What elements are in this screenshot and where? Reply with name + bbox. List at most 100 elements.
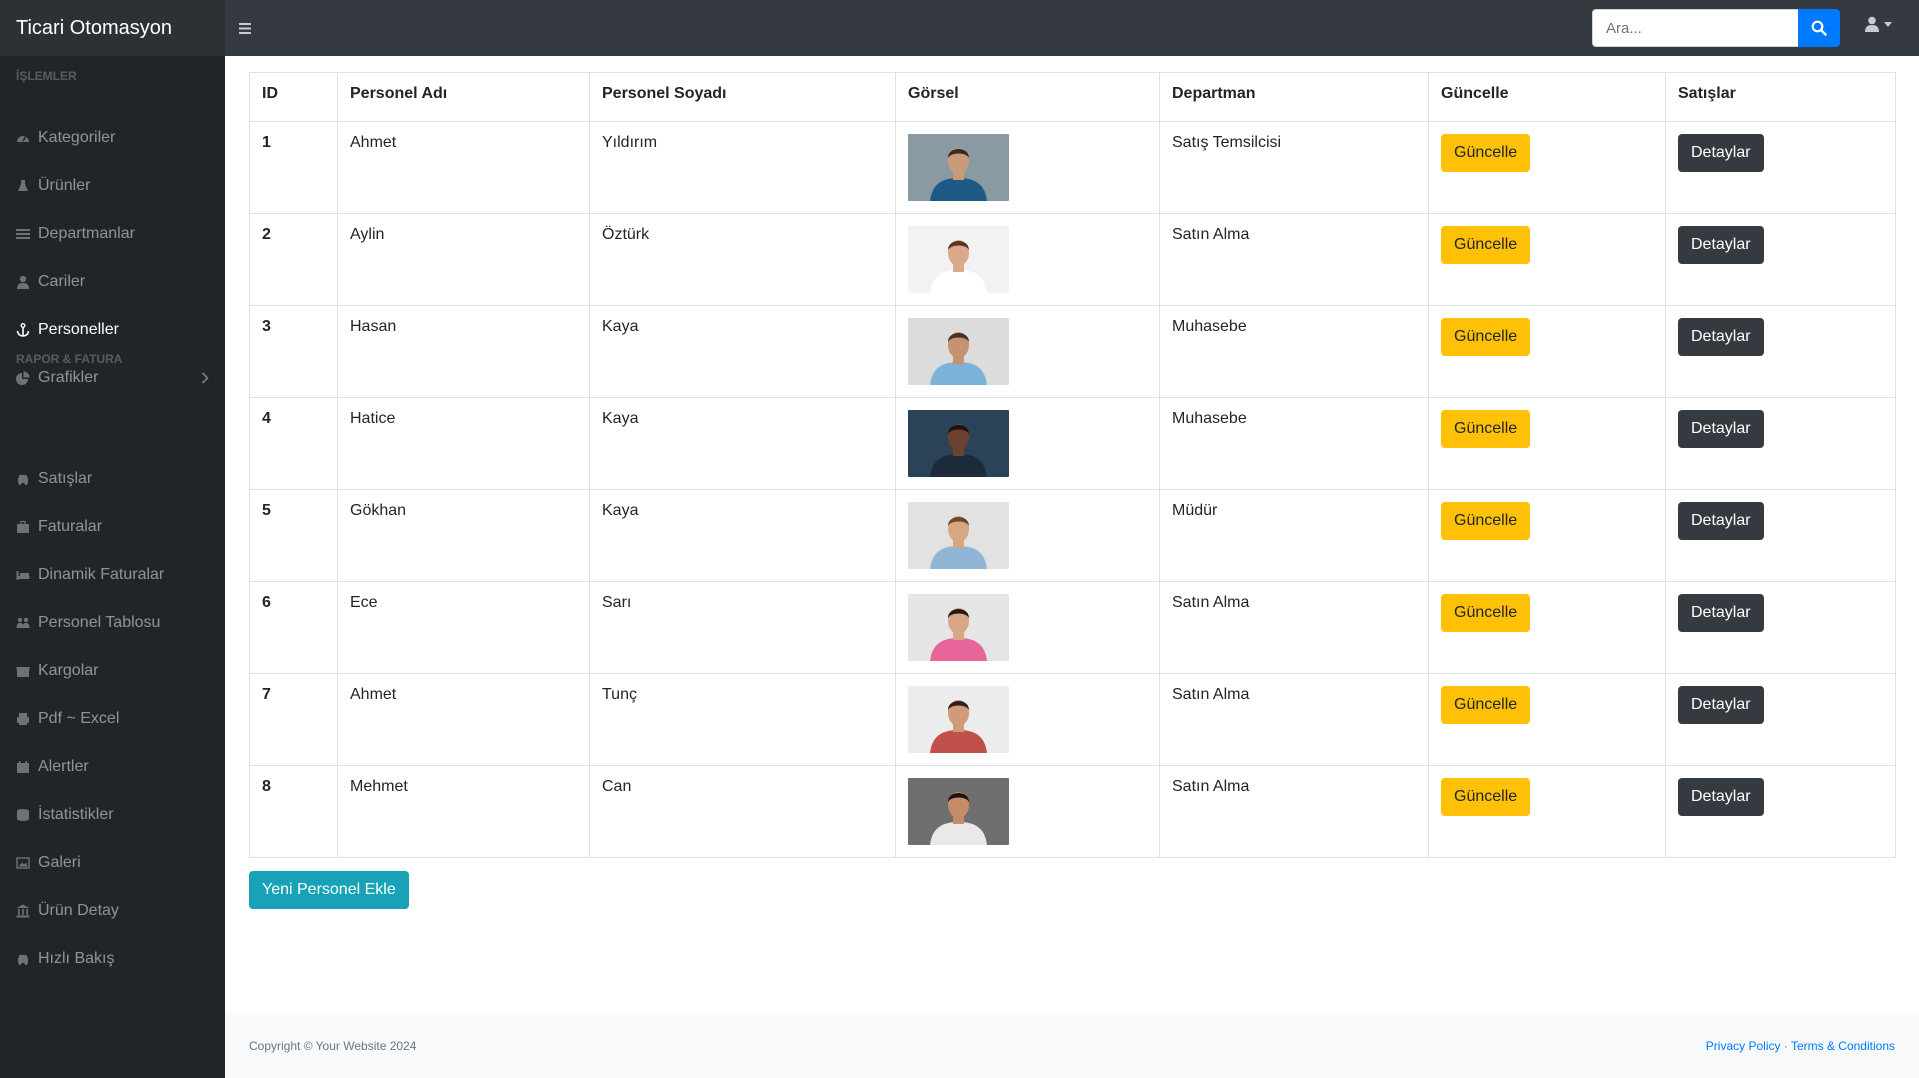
flask-icon xyxy=(16,179,30,193)
details-button[interactable]: Detaylar xyxy=(1678,226,1764,264)
cell-personel-soyadi: Tunç xyxy=(589,673,896,766)
details-button[interactable]: Detaylar xyxy=(1678,134,1764,172)
gift-icon xyxy=(16,664,30,678)
sidebar-item-galeri[interactable]: Galeri xyxy=(0,843,225,883)
cell-departman: Satın Alma xyxy=(1159,581,1429,674)
bank-icon xyxy=(16,904,30,918)
sidebar-item-label: Grafikler xyxy=(38,369,99,386)
cell-gorsel xyxy=(895,489,1160,582)
update-button-cell: Güncelle xyxy=(1428,673,1666,766)
cell-id: 1 xyxy=(249,121,338,214)
user-dropdown[interactable] xyxy=(1864,16,1892,32)
details-button[interactable]: Detaylar xyxy=(1678,410,1764,448)
details-button[interactable]: Detaylar xyxy=(1678,778,1764,816)
table-row: 8 Mehmet Can Satın Alma Güncelle Detaylar xyxy=(249,765,1896,858)
user-icon xyxy=(1865,16,1879,32)
col-header-guncelle: Güncelle xyxy=(1428,72,1666,122)
car-icon xyxy=(16,472,30,486)
sidebar-item-personel-tablosu[interactable]: Personel Tablosu xyxy=(0,603,225,643)
sidebar-toggle-button[interactable] xyxy=(233,16,257,40)
cell-departman: Müdür xyxy=(1159,489,1429,582)
sidebar-item-label: Departmanlar xyxy=(38,225,135,242)
col-header-satislar: Satışlar xyxy=(1665,72,1896,122)
details-button[interactable]: Detaylar xyxy=(1678,318,1764,356)
sidebar-item-label: Personel Tablosu xyxy=(38,614,161,631)
cell-id: 5 xyxy=(249,489,338,582)
update-button[interactable]: Güncelle xyxy=(1441,134,1531,172)
cell-gorsel xyxy=(895,765,1160,858)
sidebar-item-label: Alertler xyxy=(38,758,89,775)
details-button-cell: Detaylar xyxy=(1665,673,1896,766)
cell-gorsel xyxy=(895,121,1160,214)
sidebar-item-i-statistikler[interactable]: İstatistikler xyxy=(0,795,225,835)
privacy-policy-link[interactable]: Privacy Policy xyxy=(1706,1039,1781,1053)
update-button[interactable]: Güncelle xyxy=(1441,594,1531,632)
sidebar-item-pdf-excel[interactable]: Pdf ~ Excel xyxy=(0,699,225,739)
sidebar-item-kargolar[interactable]: Kargolar xyxy=(0,651,225,691)
cell-departman: Satın Alma xyxy=(1159,765,1429,858)
car-icon xyxy=(16,952,30,966)
chart-pie-icon xyxy=(16,371,30,385)
update-button[interactable]: Güncelle xyxy=(1441,226,1531,264)
sidebar-item-grafikler[interactable]: Grafikler xyxy=(0,358,225,398)
personnel-photo xyxy=(908,226,1009,293)
update-button[interactable]: Güncelle xyxy=(1441,410,1531,448)
sidebar-item-departmanlar[interactable]: Departmanlar xyxy=(0,214,225,254)
details-button-cell: Detaylar xyxy=(1665,397,1896,490)
personnel-photo xyxy=(908,410,1009,477)
sidebar-item-label: Galeri xyxy=(38,854,81,871)
sidebar-item-faturalar[interactable]: Faturalar xyxy=(0,507,225,547)
details-button[interactable]: Detaylar xyxy=(1678,502,1764,540)
cell-personel-soyadi: Kaya xyxy=(589,397,896,490)
bed-icon xyxy=(16,568,30,582)
sidebar-item-kategoriler[interactable]: Kategoriler xyxy=(0,118,225,158)
add-personnel-button[interactable]: Yeni Personel Ekle xyxy=(249,871,409,909)
users-icon xyxy=(16,616,30,630)
brand-title[interactable]: Ticari Otomasyon xyxy=(0,0,225,56)
terms-link[interactable]: Terms & Conditions xyxy=(1791,1039,1895,1053)
sidebar-item-ürün-detay[interactable]: Ürün Detay xyxy=(0,891,225,931)
briefcase-icon xyxy=(16,520,30,534)
cell-personel-adi: Mehmet xyxy=(337,765,590,858)
cell-personel-soyadi: Can xyxy=(589,765,896,858)
details-button[interactable]: Detaylar xyxy=(1678,594,1764,632)
search-button[interactable] xyxy=(1798,9,1840,47)
sidebar-item-label: Satışlar xyxy=(38,470,93,487)
sidebar-item-hızlı-bakış[interactable]: Hızlı Bakış xyxy=(0,939,225,979)
update-button[interactable]: Güncelle xyxy=(1441,778,1531,816)
cell-gorsel xyxy=(895,581,1160,674)
col-header-id: ID xyxy=(249,72,338,122)
sidebar-item-satışlar[interactable]: Satışlar xyxy=(0,459,225,499)
cell-personel-adi: Ahmet xyxy=(337,673,590,766)
personnel-photo xyxy=(908,318,1009,385)
cell-personel-adi: Hatice xyxy=(337,397,590,490)
footer-links: Privacy Policy · Terms & Conditions xyxy=(1706,1039,1895,1053)
table-row: 1 Ahmet Yıldırım Satış Temsilcisi Güncelle De… xyxy=(249,121,1896,214)
cell-id: 6 xyxy=(249,581,338,674)
details-button-cell: Detaylar xyxy=(1665,213,1896,306)
search-input[interactable] xyxy=(1592,9,1798,47)
update-button[interactable]: Güncelle xyxy=(1441,502,1531,540)
sidebar-item-personeller[interactable]: Personeller xyxy=(0,310,225,350)
personnel-photo xyxy=(908,686,1009,753)
cell-personel-soyadi: Kaya xyxy=(589,305,896,398)
sidebar-item-label: Ürünler xyxy=(38,177,91,194)
personnel-photo xyxy=(908,502,1009,569)
main-content: ID Personel Adı Personel Soyadı Görsel D… xyxy=(225,56,1919,1078)
sidebar-item-cariler[interactable]: Cariler xyxy=(0,262,225,302)
table-row: 2 Aylin Öztürk Satın Alma Güncelle Detaylar xyxy=(249,213,1896,306)
details-button[interactable]: Detaylar xyxy=(1678,686,1764,724)
update-button[interactable]: Güncelle xyxy=(1441,318,1531,356)
search-form xyxy=(1592,9,1840,47)
sidebar-item-label: Kategoriler xyxy=(38,129,116,146)
cell-personel-adi: Aylin xyxy=(337,213,590,306)
cell-departman: Muhasebe xyxy=(1159,305,1429,398)
cell-id: 8 xyxy=(249,765,338,858)
tachometer-icon xyxy=(16,131,30,145)
sidebar-item-dinamik-faturalar[interactable]: Dinamik Faturalar xyxy=(0,555,225,595)
sidebar-item-ürünler[interactable]: Ürünler xyxy=(0,166,225,206)
update-button[interactable]: Güncelle xyxy=(1441,686,1531,724)
cell-departman: Satış Temsilcisi xyxy=(1159,121,1429,214)
sidebar-item-label: Personeller xyxy=(38,321,119,338)
sidebar-item-alertler[interactable]: Alertler xyxy=(0,747,225,787)
